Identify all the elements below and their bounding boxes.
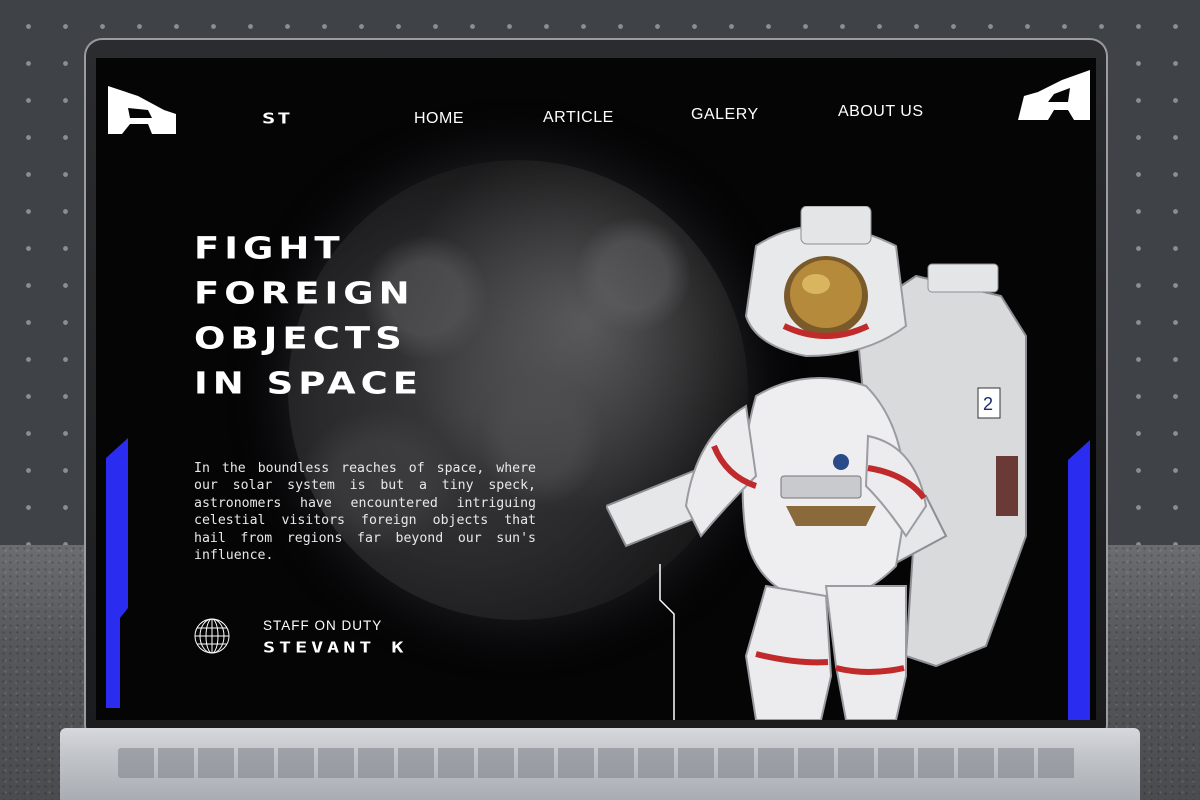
- hero-title-line: IN SPACE: [194, 365, 424, 402]
- logo-right-icon[interactable]: [1018, 70, 1090, 120]
- staff-on-duty-label: STAFF ON DUTY: [263, 618, 383, 633]
- nav-galery[interactable]: GALERY: [691, 106, 759, 124]
- logo-left-icon[interactable]: [108, 86, 176, 134]
- astronaut-image: 2: [606, 206, 1027, 720]
- hero-title: FIGHT FOREIGN OBJECTS IN SPACE: [194, 230, 423, 410]
- hero-description: In the boundless reaches of space, where…: [194, 461, 536, 564]
- left-accent-bar: [106, 438, 128, 708]
- hero-title-line: FOREIGN: [194, 275, 415, 312]
- svg-text:2: 2: [983, 394, 993, 414]
- staff-name: STEVANT K: [263, 638, 408, 656]
- hero-title-line: OBJECTS: [194, 320, 407, 357]
- keyboard: [118, 748, 1078, 778]
- nav-article[interactable]: ARTICLE: [543, 109, 614, 127]
- hero-title-line: FIGHT: [194, 230, 345, 267]
- wireframe-globe-icon: [194, 618, 230, 654]
- website-screen: ST HOME ARTICLE GALERY ABOUT US FIGHT FO…: [96, 58, 1096, 720]
- brand-logo-text[interactable]: ST: [262, 110, 293, 128]
- nav-about-us[interactable]: ABOUT US: [838, 103, 924, 121]
- right-accent-bar: [1068, 440, 1090, 720]
- nav-home[interactable]: HOME: [414, 110, 464, 128]
